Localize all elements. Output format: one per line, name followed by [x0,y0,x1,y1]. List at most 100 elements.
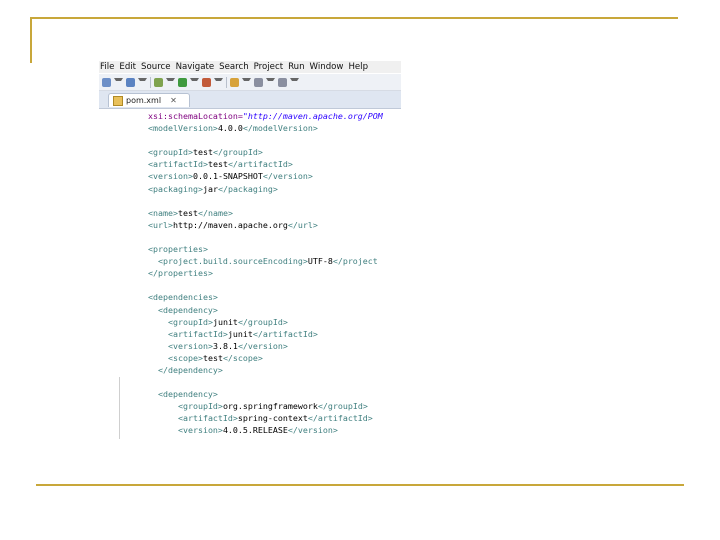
xml-text [138,425,178,435]
xml-text: http://maven.apache.org [172,219,288,230]
code-line: <project.build.sourceEncoding>UTF-8</pro… [138,255,400,267]
xml-text [138,111,148,121]
menu-edit[interactable]: Edit [119,62,136,72]
xml-tag: </version> [262,171,313,182]
code-line: <version>4.0.5.RELEASE</version> [138,424,400,436]
code-line: <modelVersion>4.0.0</modelVersion> [138,122,400,134]
xml-text: org.springframework [222,401,318,412]
xml-tag: </artifactId> [227,159,293,170]
dropdown-arrow-icon[interactable] [290,78,299,86]
xml-text [138,329,168,339]
xml-text: 4.0.5.RELEASE [222,425,288,436]
menu-bar: File Edit Source Navigate Search Project Run Wi… [99,61,401,73]
xml-text [138,305,158,315]
xml-tag: </dependency> [157,364,223,375]
dropdown-arrow-icon[interactable] [190,78,199,86]
menu-run[interactable]: Run [288,62,304,72]
slide-top-rule [30,17,678,19]
dropdown-arrow-icon[interactable] [266,78,275,86]
code-line: <name>test</name> [138,207,400,219]
external-tools-icon[interactable] [202,77,211,87]
xml-tag: <groupId> [177,401,223,412]
xml-tag: </name> [197,207,233,218]
eclipse-window-screenshot: File Edit Source Navigate Search Project Run Wi… [99,61,401,439]
xml-text: test [202,352,223,363]
xml-tag: </groupId> [317,401,368,412]
xml-tag: <url> [148,219,173,230]
menu-navigate[interactable]: Navigate [176,62,215,72]
xml-tag: </groupId> [237,316,288,327]
save-icon[interactable] [126,77,135,87]
xml-text: jar [202,183,218,194]
close-icon[interactable]: ✕ [170,96,177,105]
code-line: <dependencies> [138,291,400,303]
xml-text: UTF-8 [307,256,333,267]
xml-text: test [177,207,198,218]
run-icon[interactable] [178,77,187,87]
xml-text [138,413,178,423]
xml-text [138,389,158,399]
debug-icon[interactable] [154,77,163,87]
xml-text [138,292,148,302]
code-line: </dependency> [138,364,400,376]
xml-text: junit [227,328,253,339]
code-line: <version>0.0.1-SNAPSHOT</version> [138,170,400,182]
xml-text: test [207,159,228,170]
menu-source[interactable]: Source [141,62,171,72]
dropdown-arrow-icon[interactable] [166,78,175,86]
xml-tag: <version> [177,425,223,436]
xml-text [138,184,148,194]
xml-text [138,353,168,363]
code-line: <artifactId>spring-context</artifactId> [138,412,400,424]
code-area[interactable]: xsi:schemaLocation="http://maven.apache.… [138,110,400,437]
xml-tag: </scope> [222,352,263,363]
code-line: <dependency> [138,388,400,400]
xml-tag: <artifactId> [148,159,208,170]
menu-search[interactable]: Search [219,62,249,72]
xml-text [138,317,168,327]
dropdown-arrow-icon[interactable] [214,78,223,86]
xml-text [138,159,148,169]
new-icon[interactable] [102,77,111,87]
xml-tag: </groupId> [212,147,263,158]
xml-tag: <groupId> [148,147,193,158]
xml-text [138,123,148,133]
xml-tag: <modelVersion> [148,123,218,134]
xml-tag: </properties> [148,268,213,279]
xml-attribute: xsi:schemaLocation= [148,111,243,121]
dropdown-arrow-icon[interactable] [138,78,147,86]
xml-tag: <version> [148,171,193,182]
back-icon[interactable] [254,77,263,87]
dropdown-arrow-icon[interactable] [114,78,123,86]
xml-tag: </artifactId> [252,328,318,339]
code-line: <properties> [138,243,400,255]
xml-tag: </modelVersion> [242,123,318,134]
code-line: <url>http://maven.apache.org</url> [138,219,400,231]
xml-tag: <dependencies> [148,292,218,303]
dropdown-arrow-icon[interactable] [242,78,251,86]
menu-help[interactable]: Help [348,62,368,72]
xml-text: spring-context [237,413,308,424]
xml-tag: <packaging> [148,183,203,194]
slide-left-rule [30,17,32,63]
code-line: <version>3.8.1</version> [138,340,400,352]
xml-text [138,256,158,266]
editor-gutter [99,109,135,439]
code-line: <scope>test</scope> [138,352,400,364]
code-line: <groupId>org.springframework</groupId> [138,400,400,412]
xml-text [138,208,148,218]
xml-tag: </url> [287,219,318,230]
menu-window[interactable]: Window [310,62,344,72]
forward-icon[interactable] [278,77,287,87]
xml-tag: <dependency> [157,304,218,315]
tab-pom-xml[interactable]: pom.xml ✕ [108,93,190,107]
menu-project[interactable]: Project [254,62,283,72]
xml-text: junit [212,316,238,327]
xml-attribute-value: "http://maven.apache.org/POM [242,111,383,121]
xml-tag: <groupId> [167,316,213,327]
menu-file[interactable]: File [100,62,114,72]
xml-editor[interactable]: xsi:schemaLocation="http://maven.apache.… [99,109,401,439]
main-toolbar [99,74,401,91]
search-icon[interactable] [230,77,239,87]
